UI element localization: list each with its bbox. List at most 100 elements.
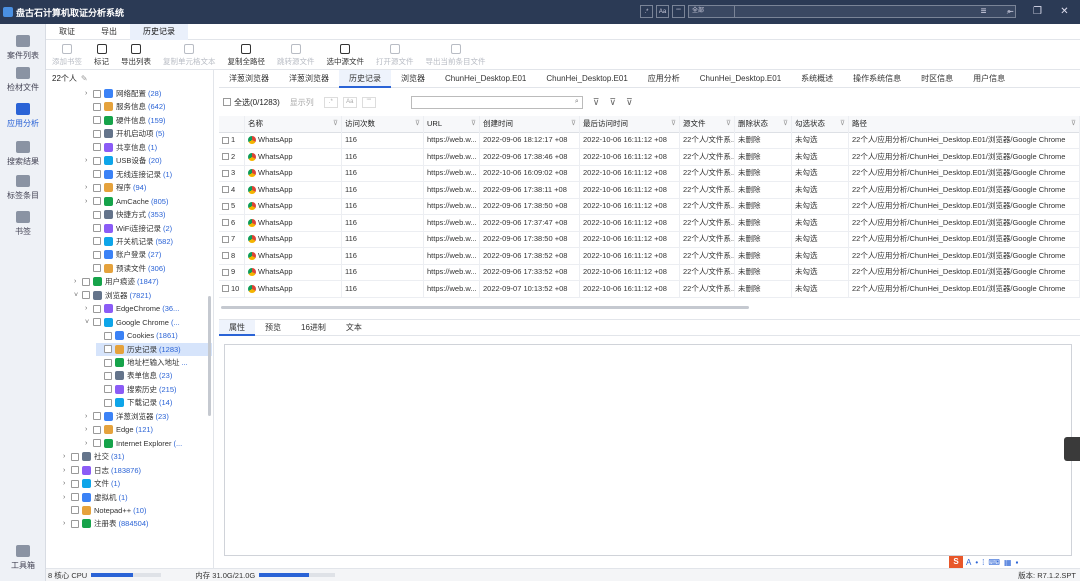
tree-node-checkbox[interactable] <box>93 170 101 179</box>
tree-node[interactable]: 无线连接记录 (1) <box>85 168 212 181</box>
whole-word-button[interactable]: "" <box>672 5 685 18</box>
case-filter-button[interactable]: Aa <box>342 96 357 108</box>
row-select-cell[interactable]: 1 <box>219 132 245 149</box>
column-header[interactable]: 访问次数 ⊽ <box>342 116 424 132</box>
tree-scrollbar[interactable] <box>208 296 211 416</box>
tree-node[interactable]: 服务信息 (642) <box>85 100 212 113</box>
row-select-cell[interactable]: 9 <box>219 264 245 281</box>
ime-logo-icon[interactable]: S <box>949 556 963 568</box>
tree-node-checkbox[interactable] <box>93 439 101 448</box>
add-bookmark-button[interactable]: 添加书签 <box>46 40 88 70</box>
expand-arrow-icon[interactable]: ˅ <box>74 292 82 299</box>
tree-node-checkbox[interactable] <box>93 210 101 219</box>
table-row[interactable]: 6 WhatsApp 116 https://web.w... 2022-09-06 1… <box>219 214 1080 232</box>
tree-node-checkbox[interactable] <box>93 89 101 98</box>
copy-cell-text-button[interactable]: 复制单元格文本 <box>157 40 222 70</box>
tree-node-checkbox[interactable] <box>93 237 101 246</box>
tab-item[interactable]: 浏览器 <box>391 70 435 88</box>
table-row[interactable]: 3 WhatsApp 116 https://web.w... 2022-10-06 1… <box>219 165 1080 182</box>
tab-text[interactable]: 文本 <box>336 320 372 336</box>
tree-node[interactable]: › 虚拟机 (1) <box>63 491 212 504</box>
tree-node[interactable]: WiFi连接记录 (2) <box>85 222 212 235</box>
expand-arrow-icon[interactable]: › <box>85 90 93 97</box>
tab-item[interactable]: ChunHei_Desktop.E01 <box>435 70 536 88</box>
tree-node-checkbox[interactable] <box>71 479 79 488</box>
row-select-cell[interactable]: 10 <box>219 280 245 297</box>
tree-node[interactable]: 下载记录 (14) <box>96 396 212 409</box>
tab-properties[interactable]: 属性 <box>219 320 255 336</box>
tab-item[interactable]: ChunHei_Desktop.E01 <box>690 70 791 88</box>
table-row[interactable]: 2 WhatsApp 116 https://web.w... 2022-09-06 1… <box>219 148 1080 166</box>
tree-node[interactable]: Notepad++ (10) <box>63 504 212 517</box>
rail-item-toolbox[interactable]: 工具箱 <box>0 540 46 576</box>
column-filter-icon[interactable]: ⊽ <box>783 116 788 132</box>
rail-item-search-results[interactable]: 搜索结果 <box>0 136 46 172</box>
filter-reset-icon[interactable]: ⊽ <box>626 97 633 108</box>
expand-arrow-icon[interactable]: › <box>85 184 93 191</box>
tree-node-checkbox[interactable] <box>104 398 112 407</box>
column-filter-icon[interactable]: ⊽ <box>571 116 576 132</box>
row-checkbox[interactable] <box>222 252 229 260</box>
tab-item[interactable]: 用户信息 <box>963 70 1015 88</box>
tree-node-checkbox[interactable] <box>93 143 101 152</box>
filter-clear-icon[interactable]: ⊽ <box>609 97 616 108</box>
tree-node[interactable]: › 洋葱浏览器 (23) <box>85 410 212 423</box>
expand-arrow-icon[interactable]: ˅ <box>85 319 93 326</box>
rail-item-tags[interactable]: 标签条目 <box>0 170 46 206</box>
table-row[interactable]: 8 WhatsApp 116 https://web.w... 2022-09-06 1… <box>219 247 1080 265</box>
regex-toggle-button[interactable]: .* <box>640 5 653 18</box>
ime-toolbar[interactable]: S A • ⁞ ⌨ ▦ ▪ <box>949 556 1022 568</box>
tree-node[interactable]: 表单信息 (23) <box>96 369 212 382</box>
select-all-checkbox[interactable] <box>223 98 231 106</box>
expand-arrow-icon[interactable]: › <box>85 198 93 205</box>
tree-node[interactable]: 搜索历史 (215) <box>96 383 212 396</box>
column-filter-icon[interactable]: ⊽ <box>1071 116 1076 132</box>
tab-item[interactable]: 洋葱浏览器 <box>279 70 339 88</box>
select-source-button[interactable]: 选中源文件 <box>321 40 371 70</box>
tree-node-checkbox[interactable] <box>82 291 90 300</box>
tree-node[interactable]: 地址栏输入地址... <box>96 356 212 369</box>
row-checkbox[interactable] <box>222 219 229 227</box>
row-checkbox[interactable] <box>222 153 229 161</box>
menu-icon[interactable]: ≡ <box>970 4 997 20</box>
tree-node-checkbox[interactable] <box>93 264 101 273</box>
tree-node-checkbox[interactable] <box>71 452 79 461</box>
table-row[interactable]: 4 WhatsApp 116 https://web.w... 2022-09-06 1… <box>219 181 1080 199</box>
open-source-button[interactable]: 打开源文件 <box>370 40 420 70</box>
tab-item[interactable]: 操作系统信息 <box>843 70 911 88</box>
expand-arrow-icon[interactable]: › <box>63 520 71 527</box>
tree-node[interactable]: › 注册表 (884504) <box>63 517 212 530</box>
tree-node-checkbox[interactable] <box>93 197 101 206</box>
tree-node[interactable]: › EdgeChrome (36... <box>85 302 212 315</box>
tree-node-checkbox[interactable] <box>104 371 112 380</box>
column-filter-icon[interactable]: ⊽ <box>471 116 476 132</box>
copy-full-path-button[interactable]: 复制全路径 <box>222 40 272 70</box>
tree-node[interactable]: 硬件信息 (159) <box>85 114 212 127</box>
ime-item[interactable]: ⌨ <box>988 558 1000 567</box>
tree-node[interactable]: › 文件 (1) <box>63 477 212 490</box>
tab-preview[interactable]: 预览 <box>255 320 291 336</box>
global-search-input[interactable] <box>735 6 1003 17</box>
table-row[interactable]: 9 WhatsApp 116 https://web.w... 2022-09-06 1… <box>219 264 1080 281</box>
tree-node-checkbox[interactable] <box>82 277 90 286</box>
row-checkbox[interactable] <box>222 235 229 243</box>
expand-arrow-icon[interactable]: › <box>63 494 71 501</box>
column-header[interactable]: 路径 ⊽ <box>849 116 1080 132</box>
ime-item[interactable]: ⁞ <box>982 558 984 567</box>
tree-node[interactable]: 快捷方式 (353) <box>85 208 212 221</box>
minimize-icon[interactable]: – <box>997 4 1024 20</box>
column-filter-icon[interactable]: ⊽ <box>840 116 845 132</box>
mark-button[interactable]: 标记 <box>88 40 115 70</box>
row-select-cell[interactable]: 8 <box>219 247 245 264</box>
maximize-icon[interactable]: ❐ <box>1024 4 1051 20</box>
menu-forensics[interactable]: 取证 <box>46 24 88 40</box>
tree-node-checkbox[interactable] <box>71 506 79 515</box>
tree-node-checkbox[interactable] <box>93 102 101 111</box>
tab-hex[interactable]: 16进制 <box>291 320 336 336</box>
show-columns-button[interactable]: 显示列 <box>290 97 314 108</box>
tab-item[interactable]: 历史记录 <box>339 70 391 88</box>
column-header[interactable]: 源文件 ⊽ <box>680 116 735 132</box>
row-select-cell[interactable]: 3 <box>219 165 245 182</box>
row-checkbox[interactable] <box>222 186 229 194</box>
tab-item[interactable]: 系统概述 <box>791 70 843 88</box>
